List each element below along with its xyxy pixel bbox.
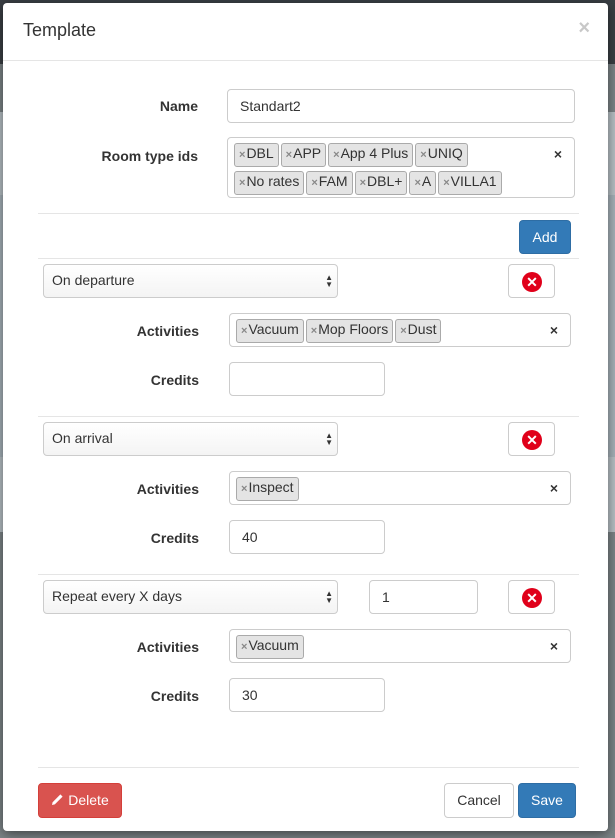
tag-remove-icon[interactable]: ×: [241, 325, 247, 337]
select-arrows-icon: ▲ ▼: [325, 273, 333, 289]
name-input[interactable]: [227, 89, 575, 123]
rule-trigger-select[interactable]: On arrival ▲ ▼: [43, 422, 338, 456]
tag-remove-icon[interactable]: ×: [400, 325, 406, 337]
remove-circle-icon: ✕: [522, 430, 542, 450]
tag[interactable]: ×Dust: [395, 319, 442, 343]
name-label: Name: [159, 98, 198, 114]
tag[interactable]: ×A: [409, 171, 437, 195]
tag[interactable]: ×DBL+: [354, 171, 408, 195]
tag-remove-icon[interactable]: ×: [414, 177, 420, 189]
tag[interactable]: ×APP: [280, 143, 327, 167]
activities-select[interactable]: ×Vacuum ×Mop Floors ×Dust ×: [229, 313, 571, 347]
select-arrows-icon: ▲ ▼: [325, 431, 333, 447]
add-rule-button[interactable]: Add: [519, 220, 571, 254]
room-types-label: Room type ids: [101, 148, 198, 164]
clear-selection-icon[interactable]: ×: [550, 638, 558, 654]
activities-label: Activities: [136, 481, 199, 497]
remove-rule-button[interactable]: ✕: [508, 422, 555, 456]
activities-select[interactable]: ×Vacuum ×: [229, 629, 571, 663]
divider: [38, 213, 579, 214]
tag-remove-icon[interactable]: ×: [241, 483, 247, 495]
remove-rule-button[interactable]: ✕: [508, 264, 555, 298]
tag-remove-icon[interactable]: ×: [311, 177, 317, 189]
tag-remove-icon[interactable]: ×: [311, 325, 317, 337]
tag[interactable]: ×VILLA1: [438, 171, 502, 195]
tag-remove-icon[interactable]: ×: [333, 149, 339, 161]
tag-remove-icon[interactable]: ×: [443, 177, 449, 189]
tag[interactable]: ×App 4 Plus: [328, 143, 414, 167]
tag-remove-icon[interactable]: ×: [420, 149, 426, 161]
tag[interactable]: ×UNIQ: [415, 143, 468, 167]
cancel-button[interactable]: Cancel: [444, 783, 514, 818]
interval-days-input[interactable]: [369, 580, 478, 614]
credits-label: Credits: [150, 688, 199, 704]
divider: [38, 258, 579, 259]
activities-label: Activities: [136, 323, 199, 339]
rule-trigger-select[interactable]: Repeat every X days ▲ ▼: [43, 580, 338, 614]
save-button[interactable]: Save: [518, 783, 576, 818]
credits-input[interactable]: [229, 678, 385, 712]
tag[interactable]: ×Vacuum: [236, 319, 304, 343]
tag[interactable]: ×Inspect: [236, 477, 299, 501]
clear-selection-icon[interactable]: ×: [550, 480, 558, 496]
divider: [38, 574, 579, 575]
select-arrows-icon: ▲ ▼: [325, 589, 333, 605]
tag[interactable]: ×Mop Floors: [305, 319, 394, 343]
tag-remove-icon[interactable]: ×: [360, 177, 366, 189]
clear-selection-icon[interactable]: ×: [554, 146, 562, 162]
tag-remove-icon[interactable]: ×: [239, 149, 245, 161]
tag-remove-icon[interactable]: ×: [286, 149, 292, 161]
credits-input[interactable]: [229, 520, 385, 554]
credits-label: Credits: [150, 530, 199, 546]
remove-circle-icon: ✕: [522, 272, 542, 292]
credits-label: Credits: [150, 372, 199, 388]
tag-remove-icon[interactable]: ×: [241, 641, 247, 653]
rule-trigger-select[interactable]: On departure ▲ ▼: [43, 264, 338, 298]
activities-label: Activities: [136, 639, 199, 655]
modal-header: Template ×: [3, 3, 608, 61]
credits-input[interactable]: [229, 362, 385, 396]
tag[interactable]: ×No rates: [234, 171, 305, 195]
delete-button[interactable]: Delete: [38, 783, 122, 818]
footer-divider: [38, 767, 579, 768]
tag[interactable]: ×Vacuum: [236, 635, 304, 659]
remove-rule-button[interactable]: ✕: [508, 580, 555, 614]
close-icon[interactable]: ×: [578, 18, 590, 38]
clear-selection-icon[interactable]: ×: [550, 322, 558, 338]
template-modal: Template × Name Room type ids ×DBL×APP×A…: [3, 3, 608, 831]
tag[interactable]: ×DBL: [234, 143, 279, 167]
modal-title: Template: [23, 20, 97, 40]
tag[interactable]: ×FAM: [306, 171, 353, 195]
room-types-select[interactable]: ×DBL ×APP ×App 4 Plus ×UNIQ ×No rates ×FAM ×DB…: [227, 137, 575, 198]
remove-circle-icon: ✕: [522, 588, 542, 608]
tag-remove-icon[interactable]: ×: [239, 177, 245, 189]
pencil-icon: [52, 794, 63, 805]
activities-select[interactable]: ×Inspect ×: [229, 471, 571, 505]
divider: [38, 416, 579, 417]
